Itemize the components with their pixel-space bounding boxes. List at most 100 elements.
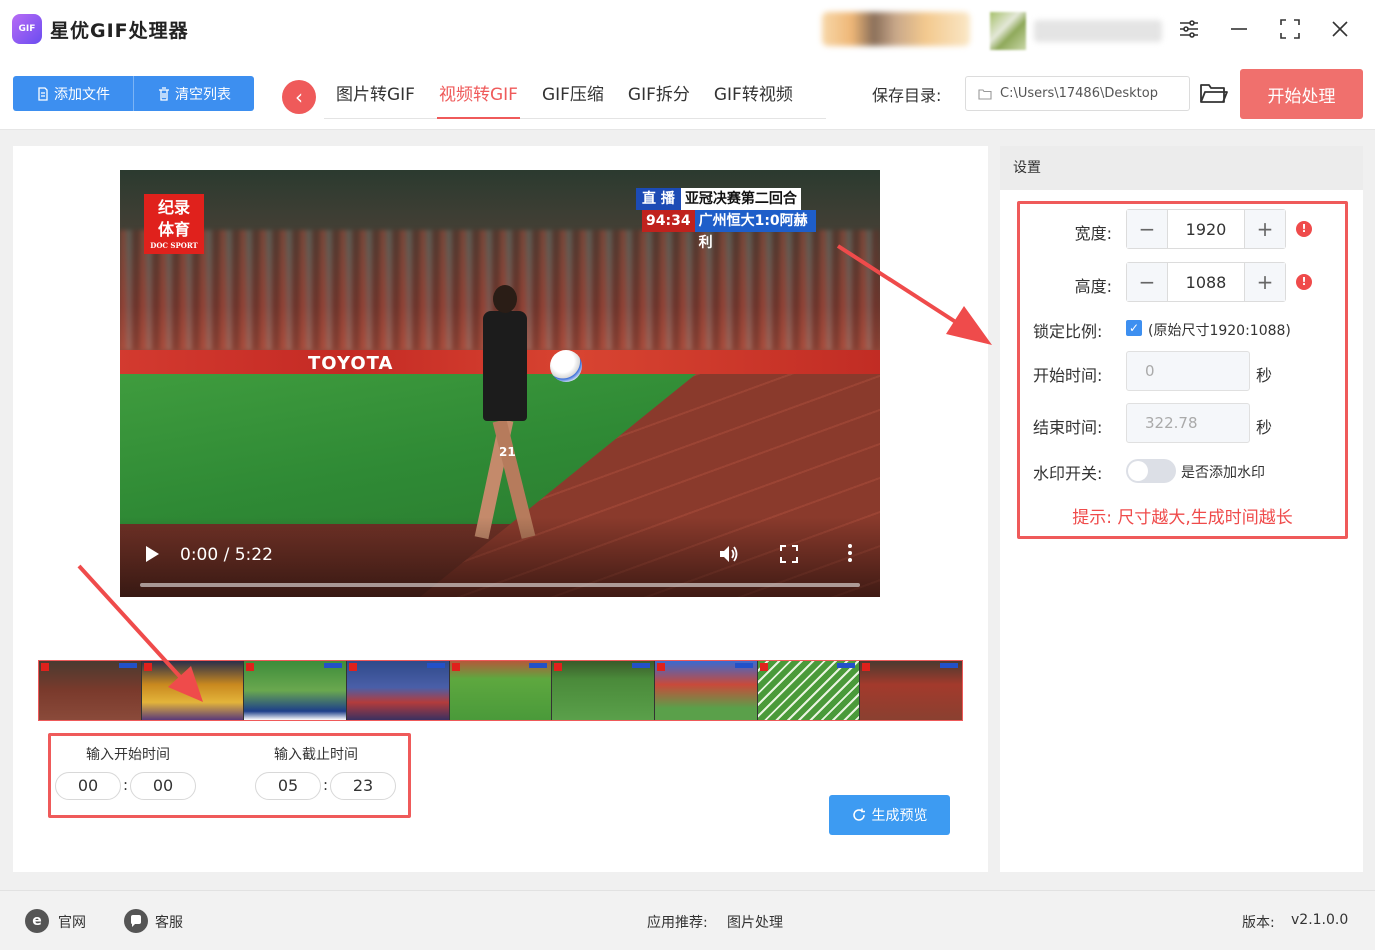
close-icon[interactable] — [1325, 14, 1355, 44]
frame-filmstrip[interactable] — [38, 660, 963, 721]
height-increment-button[interactable]: + — [1245, 263, 1285, 301]
save-path-value: C:\Users\17486\Desktop — [1000, 86, 1158, 101]
play-icon[interactable] — [144, 545, 164, 565]
save-path-field[interactable]: C:\Users\17486\Desktop — [965, 76, 1190, 111]
fullscreen-icon[interactable] — [780, 545, 800, 565]
width-decrement-button[interactable]: − — [1127, 210, 1167, 248]
start-time-input[interactable]: 0 — [1126, 351, 1250, 391]
football — [550, 350, 582, 382]
folder-outline-icon — [978, 88, 992, 100]
end-time-input[interactable]: 322.78 — [1126, 403, 1250, 443]
file-button-group: 添加文件 清空列表 — [13, 76, 254, 111]
tab-video-to-gif[interactable]: 视频转GIF — [427, 74, 530, 119]
height-decrement-button[interactable]: − — [1127, 263, 1167, 301]
end-time-setting-label: 结束时间: — [1033, 418, 1103, 437]
app-logo-icon: GIF — [12, 14, 42, 44]
height-stepper: − 1088 + — [1126, 262, 1286, 302]
clear-list-label: 清空列表 — [175, 86, 231, 103]
channel-logo: 纪录 体育 DOC SPORT — [144, 194, 204, 254]
save-dir-label: 保存目录: — [872, 86, 942, 105]
height-label: 高度: — [1074, 277, 1112, 296]
support-link[interactable]: 客服 — [155, 912, 183, 932]
player-number: 21 — [499, 445, 516, 459]
original-size-text: (原始尺寸1920:1088) — [1148, 323, 1291, 339]
match-clock: 94:34 — [642, 210, 695, 232]
start-time-label: 输入开始时间 — [86, 747, 170, 763]
width-warning-icon: ! — [1296, 221, 1312, 237]
settings-header: 设置 — [1000, 146, 1363, 190]
film-frame — [39, 661, 142, 720]
lock-ratio-checkbox[interactable]: ✓ — [1126, 320, 1142, 336]
height-input[interactable]: 1088 — [1167, 263, 1245, 301]
start-time-setting-label: 开始时间: — [1033, 366, 1103, 385]
watermark-label: 水印开关: — [1033, 464, 1103, 483]
end-time-label: 输入截止时间 — [274, 747, 358, 763]
start-minute-input[interactable]: 00 — [55, 772, 121, 800]
clear-list-button[interactable]: 清空列表 — [133, 76, 254, 111]
chat-icon[interactable] — [124, 909, 148, 933]
folder-icon[interactable] — [1198, 80, 1230, 110]
trash-icon — [159, 86, 169, 101]
start-second-input[interactable]: 00 — [130, 772, 196, 800]
toolbar: 添加文件 清空列表 ‹ 图片转GIF 视频转GIF GIF压缩 GIF拆分 GI… — [0, 60, 1375, 130]
start-time-unit: 秒 — [1256, 366, 1273, 385]
settings-panel: 设置 宽度: − 1920 + ! 高度: − 1088 + ! 锁定比例: ✓… — [1000, 146, 1363, 872]
blurred-avatar — [990, 12, 1026, 50]
blurred-username — [1034, 20, 1162, 42]
video-panel: TOYOTA 21 纪录 体育 DOC SPORT 直 播 亚冠决赛第二回合 9… — [13, 146, 988, 872]
add-file-button[interactable]: 添加文件 — [13, 76, 133, 111]
film-frame — [860, 661, 962, 720]
width-label: 宽度: — [1074, 224, 1112, 243]
generate-preview-label: 生成预览 — [871, 808, 928, 824]
website-link[interactable]: 官网 — [58, 912, 86, 932]
volume-icon[interactable] — [718, 543, 742, 567]
document-icon — [38, 86, 48, 101]
ie-browser-icon[interactable]: e — [25, 909, 49, 933]
film-frame — [757, 661, 861, 720]
end-minute-input[interactable]: 05 — [255, 772, 321, 800]
minimize-icon[interactable] — [1224, 14, 1254, 44]
settings-sliders-icon[interactable] — [1174, 14, 1204, 44]
tab-gif-compress[interactable]: GIF压缩 — [530, 74, 616, 118]
broadcast-overlay: 直 播 亚冠决赛第二回合 94:34 广州恒大1:0阿赫利 — [636, 188, 816, 251]
blurred-account-area — [822, 12, 970, 46]
tab-bar: 图片转GIF 视频转GIF GIF压缩 GIF拆分 GIF转视频 — [324, 74, 826, 119]
version-value: v2.1.0.0 — [1291, 912, 1349, 928]
recommend-app-link[interactable]: 图片处理 — [727, 912, 783, 932]
end-second-input[interactable]: 23 — [330, 772, 396, 800]
end-colon: : — [323, 776, 329, 794]
tab-image-to-gif[interactable]: 图片转GIF — [324, 74, 427, 118]
video-player[interactable]: TOYOTA 21 纪录 体育 DOC SPORT 直 播 亚冠决赛第二回合 9… — [120, 170, 880, 597]
height-warning-icon: ! — [1296, 274, 1312, 290]
player-figure: 21 — [465, 285, 536, 555]
end-time-unit: 秒 — [1256, 418, 1273, 437]
film-frame — [347, 661, 450, 720]
generate-preview-button[interactable]: 生成预览 — [829, 795, 950, 835]
logo-sub: DOC SPORT — [150, 241, 198, 250]
recommend-label: 应用推荐: — [647, 915, 708, 931]
maximize-icon[interactable] — [1275, 14, 1305, 44]
back-chevron-icon[interactable]: ‹ — [282, 80, 316, 114]
ad-board-text: TOYOTA — [308, 353, 394, 374]
more-options-icon[interactable] — [845, 543, 855, 567]
time-range-box: 输入开始时间 输入截止时间 00 : 00 05 : 23 — [48, 733, 411, 818]
width-increment-button[interactable]: + — [1245, 210, 1285, 248]
match-title: 亚冠决赛第二回合 — [680, 188, 801, 210]
tab-gif-split[interactable]: GIF拆分 — [616, 74, 702, 118]
start-process-button[interactable]: 开始处理 — [1240, 69, 1363, 119]
tab-gif-to-video[interactable]: GIF转视频 — [702, 74, 805, 118]
film-frame — [552, 661, 656, 720]
watermark-toggle[interactable] — [1126, 459, 1176, 483]
version-label: 版本: — [1242, 915, 1275, 931]
start-colon: : — [123, 776, 129, 794]
film-frame — [449, 661, 553, 720]
width-input[interactable]: 1920 — [1167, 210, 1245, 248]
logo-line2: 体育 — [157, 220, 190, 239]
add-file-label: 添加文件 — [54, 86, 110, 103]
match-score: 广州恒大1:0阿赫利 — [694, 210, 816, 251]
lock-ratio-label: 锁定比例: — [1033, 322, 1103, 341]
logo-line1: 纪录 — [157, 198, 190, 217]
film-frame — [655, 661, 758, 720]
video-time: 0:00 / 5:22 — [180, 545, 273, 565]
video-progress-bar[interactable] — [140, 583, 860, 587]
